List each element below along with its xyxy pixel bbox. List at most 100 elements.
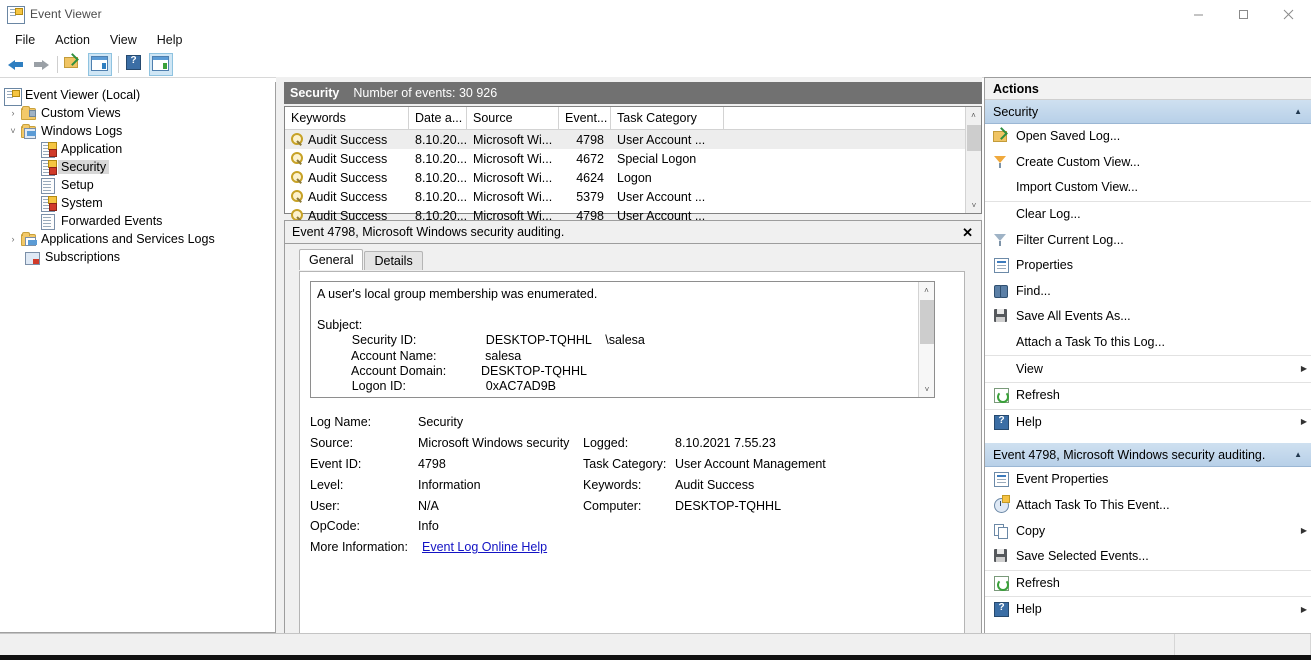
menu-help[interactable]: Help — [147, 31, 193, 49]
tree-item-event-viewer-local[interactable]: Event Viewer (Local) — [0, 86, 275, 106]
action-clear-log[interactable]: Clear Log... — [985, 200, 1311, 228]
event-message-box[interactable]: A user's local group membership was enum… — [310, 281, 935, 398]
actions-group-header-security[interactable]: Security ▲ — [985, 100, 1311, 124]
action-save-selected-events[interactable]: Save Selected Events... — [985, 544, 1311, 570]
action-label: Event Properties — [1016, 472, 1109, 487]
cell-event-id: 4798 — [576, 132, 604, 147]
chevron-right-icon[interactable]: › — [6, 108, 20, 118]
action-label: Create Custom View... — [1016, 154, 1141, 169]
action-open-saved-log[interactable]: Open Saved Log... — [985, 124, 1311, 150]
table-row[interactable]: Audit Success 8.10.20... Microsoft Wi...… — [285, 130, 981, 149]
open-saved-log-icon[interactable] — [64, 54, 86, 75]
minimize-button[interactable] — [1176, 0, 1221, 28]
scrollbar-thumb[interactable] — [920, 300, 934, 344]
action-find[interactable]: Find... — [985, 279, 1311, 305]
column-header-task-category[interactable]: Task Category — [611, 107, 724, 129]
action-label: Properties — [1016, 258, 1073, 273]
action-attach-task-to-this-event[interactable]: Attach Task To This Event... — [985, 493, 1311, 519]
tree-item-windows-logs[interactable]: ˅ Windows Logs — [0, 122, 275, 140]
close-button[interactable] — [1266, 0, 1311, 28]
event-list[interactable]: Keywords Date a... Source Event... Task … — [284, 106, 982, 223]
table-row[interactable]: Audit Success 8.10.20... Microsoft Wi...… — [285, 149, 981, 168]
show-hide-action-pane-icon[interactable] — [149, 53, 173, 76]
cell-text: Audit Success — [308, 170, 388, 185]
custom-views-folder-icon — [20, 105, 36, 121]
cell-source: Microsoft Wi... — [473, 132, 553, 147]
tree-item-subscriptions[interactable]: Subscriptions — [0, 248, 275, 266]
event-message-text: A user's local group membership was enum… — [317, 287, 645, 394]
tree-item-system[interactable]: System — [0, 194, 275, 212]
submenu-arrow-icon: ▶ — [1300, 417, 1307, 427]
value-computer: DESKTOP-TQHHL — [675, 498, 782, 513]
value-event-id: 4798 — [418, 456, 446, 471]
detail-tab-body: A user's local group membership was enum… — [299, 271, 965, 660]
action-help[interactable]: ? Help ▶ — [985, 408, 1311, 436]
toolbar-separator-2 — [118, 56, 119, 73]
close-icon[interactable]: ✕ — [962, 226, 973, 239]
tree-item-application[interactable]: Application — [0, 140, 275, 158]
event-list-scrollbar[interactable]: ˄ ˅ — [965, 107, 981, 213]
action-import-custom-view[interactable]: Import Custom View... — [985, 175, 1311, 201]
value-keywords: Audit Success — [675, 477, 755, 492]
table-row[interactable]: Audit Success 8.10.20... Microsoft Wi...… — [285, 168, 981, 187]
chevron-right-icon[interactable]: › — [6, 234, 20, 244]
event-list-header: Keywords Date a... Source Event... Task … — [285, 107, 981, 130]
action-properties[interactable]: Properties — [985, 253, 1311, 279]
tab-general[interactable]: General — [299, 249, 364, 270]
show-hide-console-tree-icon[interactable] — [88, 53, 112, 76]
forward-arrow-icon[interactable] — [29, 54, 51, 75]
column-header-event-id[interactable]: Event... — [559, 107, 611, 129]
table-row[interactable]: Audit Success 8.10.20... Microsoft Wi...… — [285, 187, 981, 206]
action-create-custom-view[interactable]: Create Custom View... — [985, 150, 1311, 176]
action-help-event[interactable]: ? Help ▶ — [985, 596, 1311, 623]
scroll-down-icon[interactable]: ˅ — [966, 197, 982, 213]
copy-icon — [993, 523, 1009, 539]
action-label: Find... — [1016, 283, 1051, 298]
actions-group-header-event[interactable]: Event 4798, Microsoft Windows security a… — [985, 443, 1311, 468]
filter-icon — [993, 232, 1009, 248]
tree-item-applications-and-services-logs[interactable]: › Applications and Services Logs — [0, 230, 275, 248]
tree-item-setup[interactable]: Setup — [0, 176, 275, 194]
save-icon — [993, 548, 1009, 564]
column-header-date[interactable]: Date a... — [409, 107, 467, 129]
scroll-up-icon[interactable]: ˄ — [919, 282, 934, 298]
action-attach-a-task-to-this-log[interactable]: Attach a Task To this Log... — [985, 330, 1311, 356]
menu-view[interactable]: View — [100, 31, 147, 49]
tree-item-security[interactable]: Security — [0, 158, 275, 176]
back-arrow-icon[interactable] — [5, 54, 27, 75]
menu-action[interactable]: Action — [45, 31, 100, 49]
scrollbar-thumb[interactable] — [967, 125, 981, 151]
tab-details[interactable]: Details — [364, 251, 423, 270]
action-view[interactable]: View ▶ — [985, 355, 1311, 382]
event-log-online-help-link[interactable]: Event Log Online Help — [422, 540, 547, 554]
chevron-down-icon[interactable]: ˅ — [6, 126, 20, 136]
label-keywords: Keywords: — [583, 477, 642, 492]
action-event-properties[interactable]: Event Properties — [985, 467, 1311, 493]
message-scrollbar[interactable]: ˄ ˅ — [918, 282, 934, 397]
action-refresh[interactable]: Refresh — [985, 381, 1311, 409]
help-icon: ? — [993, 414, 1009, 430]
action-refresh-event[interactable]: Refresh — [985, 569, 1311, 597]
scroll-up-icon[interactable]: ˄ — [966, 107, 981, 123]
metadata-row: User: N/A Computer: DESKTOP-TQHHL — [310, 495, 950, 516]
tree-item-custom-views[interactable]: › Custom Views — [0, 104, 275, 122]
help-icon[interactable]: ? — [125, 54, 147, 75]
scroll-down-icon[interactable]: ˅ — [919, 381, 934, 397]
tree-item-label: Custom Views — [41, 106, 121, 120]
action-copy[interactable]: Copy ▶ — [985, 518, 1311, 544]
column-header-keywords[interactable]: Keywords — [285, 107, 409, 129]
action-filter-current-log[interactable]: Filter Current Log... — [985, 227, 1311, 253]
maximize-button[interactable] — [1221, 0, 1266, 28]
column-header-source[interactable]: Source — [467, 107, 559, 129]
event-detail-pane: Event 4798, Microsoft Windows security a… — [284, 220, 982, 660]
action-label: View — [1016, 361, 1043, 376]
tree-item-label: Windows Logs — [41, 124, 123, 138]
actions-pane-title: Actions — [985, 77, 1311, 100]
action-save-all-events-as[interactable]: Save All Events As... — [985, 304, 1311, 330]
collapse-caret-icon[interactable]: ▲ — [1294, 450, 1302, 459]
collapse-caret-icon[interactable]: ▲ — [1294, 107, 1302, 116]
event-viewer-window: Event Viewer File Action View Help ? Eve… — [0, 0, 1311, 660]
tree-item-forwarded-events[interactable]: Forwarded Events — [0, 212, 275, 230]
menu-file[interactable]: File — [5, 31, 45, 49]
no-icon — [993, 334, 1009, 350]
